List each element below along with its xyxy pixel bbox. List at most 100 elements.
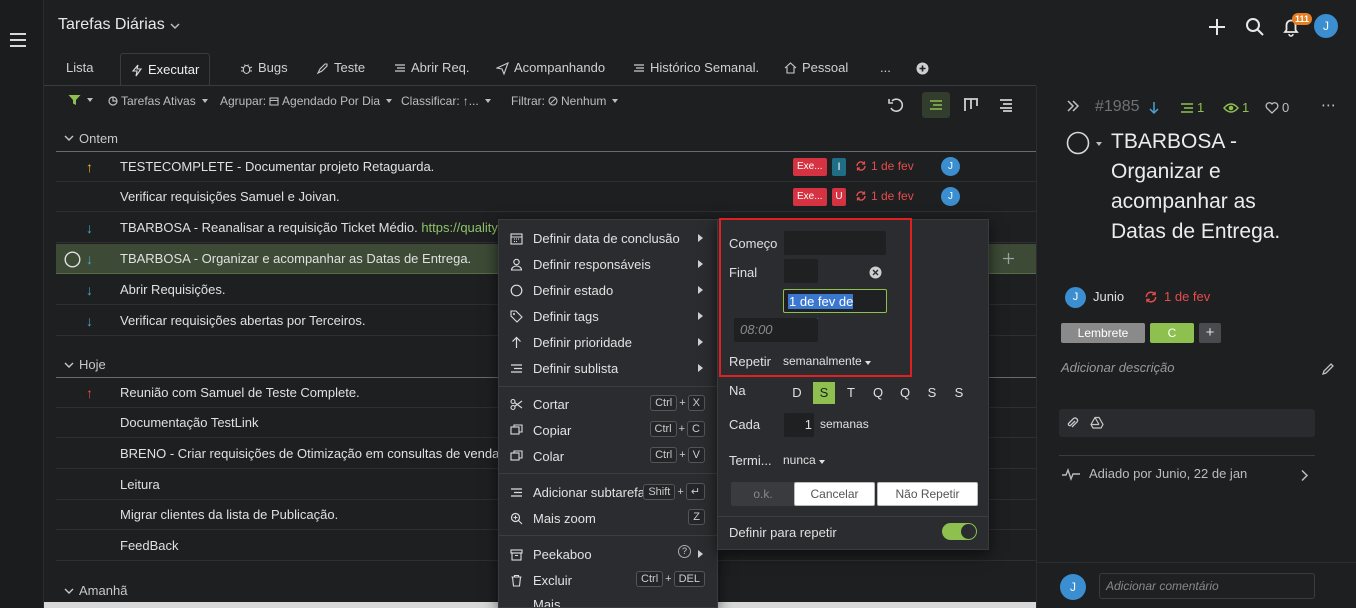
edit-pencil-icon[interactable] <box>1321 362 1335 376</box>
section-amanha[interactable]: Amanhã <box>79 583 127 598</box>
tab-historico-semanal[interactable]: Histórico Semanal. <box>623 53 769 83</box>
day-saturday[interactable]: S <box>948 382 970 404</box>
assignee-name[interactable]: Junio <box>1093 289 1124 304</box>
collapse-panel-icon[interactable] <box>1066 100 1080 112</box>
hamburger-menu-icon[interactable] <box>10 33 26 47</box>
sort-dropdown[interactable]: Classificar: ↑... <box>401 94 491 108</box>
menu-item-cut[interactable]: Cortar Ctrl + X <box>499 391 717 417</box>
day-friday[interactable]: S <box>921 382 943 404</box>
help-shortcut: ? <box>678 545 691 558</box>
tag-lembrete[interactable]: Lembrete <box>1061 323 1145 343</box>
cancel-button[interactable]: Cancelar <box>794 482 875 506</box>
list-icon <box>634 64 644 72</box>
task-checkbox-icon[interactable] <box>64 251 81 268</box>
tab-lista[interactable]: Lista <box>56 53 103 83</box>
group-dropdown[interactable]: Agrupar: Agendado Por Dia <box>220 94 393 108</box>
every-input[interactable]: 1 <box>784 413 814 437</box>
task-row[interactable]: Verificar requisições Samuel e Joivan. E… <box>56 182 1036 212</box>
undo-icon[interactable] <box>886 95 906 115</box>
menu-item-delete[interactable]: Excluir Ctrl + DEL <box>499 567 717 593</box>
user-avatar[interactable]: J <box>1314 14 1338 38</box>
google-drive-icon[interactable] <box>1090 416 1104 430</box>
search-icon[interactable] <box>1244 16 1266 38</box>
help-icon[interactable]: ? <box>678 545 691 558</box>
menu-item-add-subtask[interactable]: Adicionar subtarefa Shift + ↵ <box>499 479 717 505</box>
tab-more[interactable]: ... <box>870 53 901 83</box>
menu-item-set-tags[interactable]: Definir tags <box>499 303 717 329</box>
tab-executar[interactable]: Executar <box>120 53 211 86</box>
add-icon[interactable] <box>1002 252 1015 265</box>
menu-divider <box>499 535 717 536</box>
tab-label: Teste <box>334 60 366 75</box>
tab-teste[interactable]: Teste <box>306 53 375 83</box>
menu-item-zoom[interactable]: Mais zoom Z <box>499 505 717 531</box>
add-tag-button[interactable]: + <box>1199 323 1221 343</box>
add-icon[interactable] <box>1206 16 1228 38</box>
watcher-count[interactable]: 1 <box>1223 100 1249 115</box>
tab-acompanhando[interactable]: Acompanhando <box>486 53 615 83</box>
attachments-bar <box>1059 409 1315 437</box>
add-tab-icon[interactable] <box>916 62 929 75</box>
notification-badge: 111 <box>1292 13 1313 25</box>
chevron-right-icon[interactable] <box>1300 469 1309 482</box>
menu-item-paste[interactable]: Colar Ctrl + V <box>499 443 717 469</box>
tab-pessoal[interactable]: Pessoal <box>774 53 858 83</box>
assignee-avatar[interactable]: J <box>1065 287 1086 308</box>
menu-item-set-due-date[interactable]: Definir data de conclusão <box>499 225 717 251</box>
collapse-chevron-icon[interactable] <box>64 361 74 369</box>
list-view-button[interactable] <box>922 92 950 118</box>
day-sunday[interactable]: D <box>786 382 808 404</box>
day-monday[interactable]: S <box>813 382 835 404</box>
board-view-icon[interactable] <box>961 95 981 115</box>
subtask-count[interactable]: 1 <box>1180 100 1204 115</box>
menu-item-set-status[interactable]: Definir estado <box>499 277 717 303</box>
section-hoje[interactable]: Hoje <box>79 357 106 372</box>
menu-item-set-assignees[interactable]: Definir responsáveis <box>499 251 717 277</box>
repeat-toggle[interactable] <box>942 523 977 540</box>
menu-item-more[interactable]: Mais <box>499 593 717 607</box>
task-row[interactable]: ↑ TESTECOMPLETE - Documentar projeto Ret… <box>56 152 1036 182</box>
priority-down-icon: ↓ <box>86 282 93 298</box>
filter-dropdown[interactable]: Filtrar: Nenhum <box>511 94 619 108</box>
like-count[interactable]: 0 <box>1265 100 1289 115</box>
tag-c[interactable]: C <box>1150 323 1194 343</box>
comment-input[interactable]: Adicionar comentário <box>1099 573 1315 599</box>
chevron-down-icon[interactable] <box>170 22 180 30</box>
detail-view-icon[interactable] <box>996 95 1016 115</box>
list-title[interactable]: Tarefas Diárias <box>58 16 165 34</box>
day-wednesday[interactable]: Q <box>867 382 889 404</box>
subtasks-icon <box>1181 102 1193 113</box>
status-dropdown-icon[interactable] <box>1096 142 1102 146</box>
tab-bugs[interactable]: Bugs <box>230 53 298 83</box>
arrow-up-icon <box>511 336 521 348</box>
menu-item-set-sublist[interactable]: Definir sublista <box>499 355 717 381</box>
menu-item-set-priority[interactable]: Definir prioridade <box>499 329 717 355</box>
paperclip-icon[interactable] <box>1065 416 1079 430</box>
task-detail-title[interactable]: TBARBOSA - Organizar e acompanhar as Dat… <box>1111 127 1311 247</box>
assignee-avatar[interactable]: J <box>941 187 960 206</box>
detail-due-date[interactable]: 1 de fev <box>1144 289 1210 304</box>
collapse-chevron-icon[interactable] <box>64 134 74 142</box>
menu-item-label: Peekaboo <box>533 546 592 562</box>
assignee-avatar[interactable]: J <box>941 157 960 176</box>
task-checkbox-icon[interactable] <box>1066 131 1090 155</box>
ends-dropdown[interactable]: nunca <box>783 453 825 467</box>
filter-toggle[interactable] <box>68 94 93 106</box>
menu-item-copy[interactable]: Copiar Ctrl + C <box>499 417 717 443</box>
no-repeat-button[interactable]: Não Repetir <box>877 482 978 506</box>
description-placeholder[interactable]: Adicionar descrição <box>1061 360 1174 375</box>
day-thursday[interactable]: Q <box>894 382 916 404</box>
section-ontem[interactable]: Ontem <box>79 131 118 146</box>
ok-button[interactable]: o.k. <box>731 482 795 506</box>
due-date-label: 1 de fev <box>871 189 914 203</box>
menu-item-peekaboo[interactable]: Peekaboo ? <box>499 541 717 567</box>
more-options-icon[interactable]: ⋯ <box>1321 96 1337 114</box>
key-enter: ↵ <box>685 483 705 500</box>
pie-icon <box>108 96 118 106</box>
priority-up-icon: ↑ <box>86 385 93 401</box>
tab-abrir-req[interactable]: Abrir Req. <box>384 53 480 83</box>
day-tuesday[interactable]: T <box>840 382 862 404</box>
activity-history[interactable]: Adiado por Junio, 22 de jan <box>1061 466 1247 481</box>
collapse-chevron-icon[interactable] <box>64 587 74 595</box>
active-tasks-dropdown[interactable]: Tarefas Ativas <box>108 94 208 108</box>
